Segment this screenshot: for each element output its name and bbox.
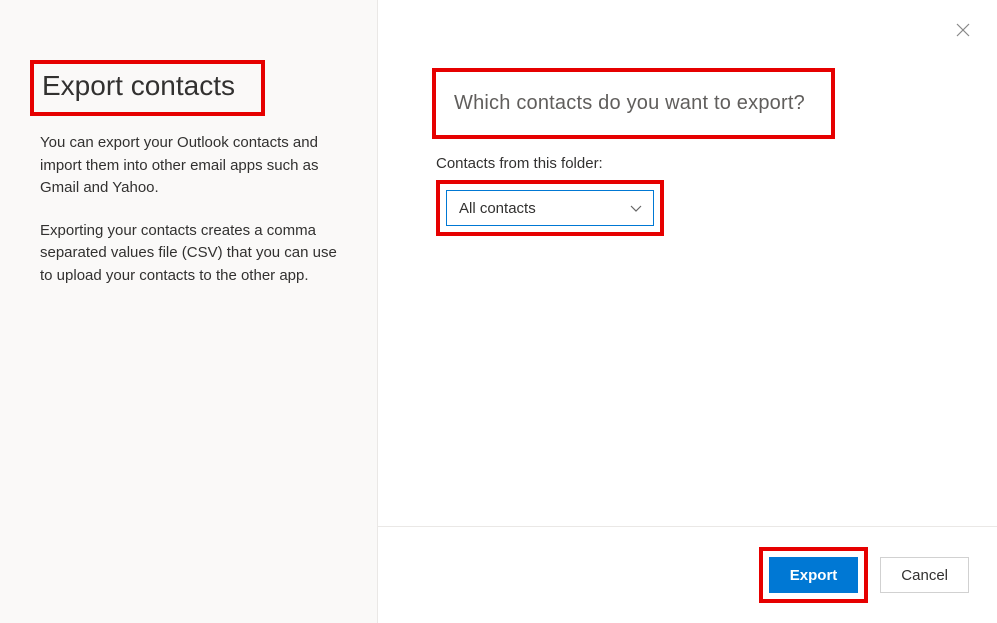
export-button[interactable]: Export <box>769 557 859 593</box>
close-icon <box>956 23 970 37</box>
description-text-1: You can export your Outlook contacts and… <box>40 132 337 200</box>
export-question: Which contacts do you want to export? <box>454 92 805 115</box>
folder-select-value: All contacts <box>459 200 536 217</box>
export-contacts-dialog: Export contacts You can export your Outl… <box>0 0 997 623</box>
dialog-title: Export contacts <box>42 70 235 102</box>
chevron-down-icon <box>629 201 643 215</box>
title-highlight: Export contacts <box>30 60 265 116</box>
close-button[interactable] <box>953 20 973 40</box>
export-button-highlight: Export <box>759 547 869 603</box>
cancel-button[interactable]: Cancel <box>880 557 969 593</box>
form-pane: Which contacts do you want to export? Co… <box>378 0 997 623</box>
question-highlight: Which contacts do you want to export? <box>432 68 835 139</box>
folder-field-label: Contacts from this folder: <box>436 155 957 172</box>
info-pane: Export contacts You can export your Outl… <box>0 0 378 623</box>
form-content: Which contacts do you want to export? Co… <box>378 0 997 526</box>
description-text-2: Exporting your contacts creates a comma … <box>40 220 337 288</box>
dialog-footer: Export Cancel <box>378 526 997 623</box>
folder-select[interactable]: All contacts <box>446 190 654 226</box>
select-highlight: All contacts <box>436 180 664 236</box>
